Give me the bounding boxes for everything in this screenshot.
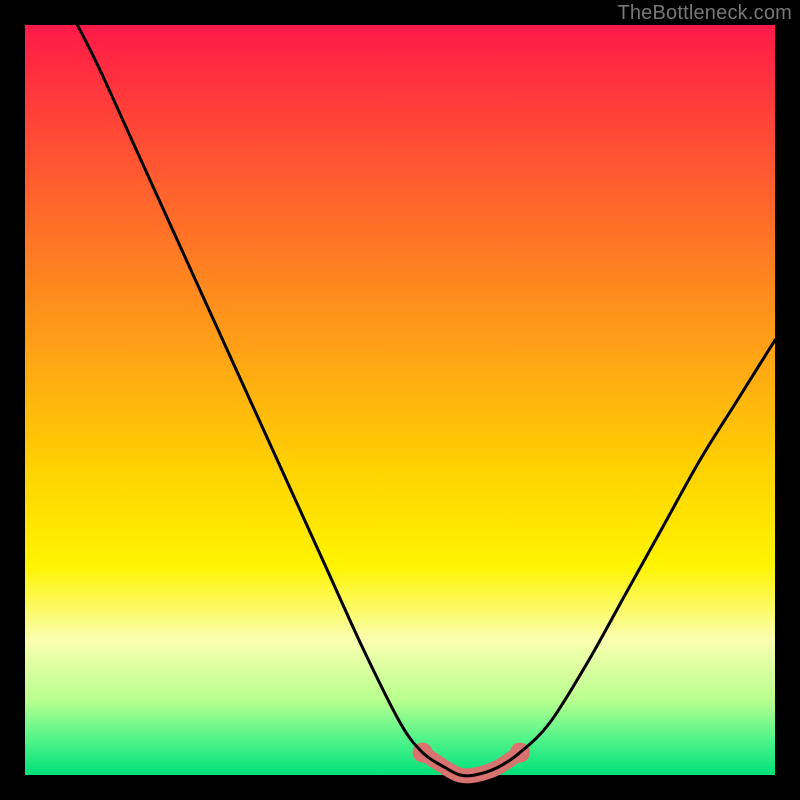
- watermark-text: TheBottleneck.com: [617, 2, 792, 25]
- chart-frame: TheBottleneck.com: [0, 0, 800, 800]
- gradient-plot-area: [25, 25, 775, 775]
- curve-layer: [25, 25, 775, 775]
- bottleneck-curve: [78, 25, 776, 776]
